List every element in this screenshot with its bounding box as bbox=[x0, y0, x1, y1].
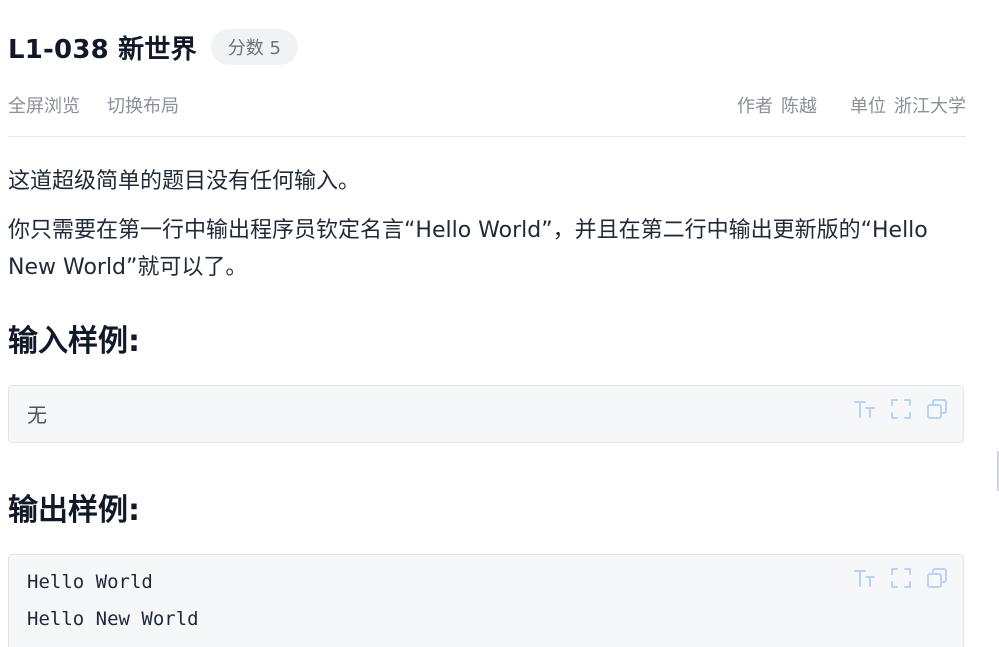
fullscreen-icon[interactable] bbox=[889, 566, 913, 590]
author-value: 陈越 bbox=[781, 96, 817, 117]
sample-output-line: Hello New World bbox=[27, 608, 199, 630]
font-size-icon[interactable] bbox=[853, 397, 877, 421]
organization-info: 单位 浙江大学 bbox=[850, 92, 966, 118]
author-info: 作者 陈越 bbox=[737, 92, 817, 118]
problem-page: L1-038 新世界 分数 5 全屏浏览 切换布局 作者 陈越 单位 浙江大学 这道… bbox=[0, 0, 999, 647]
description-paragraph: 你只需要在第一行中输出程序员钦定名言“Hello World”，并且在第二行中输… bbox=[8, 218, 928, 280]
toolbar: 全屏浏览 切换布局 作者 陈越 单位 浙江大学 bbox=[8, 90, 966, 120]
score-badge: 分数 5 bbox=[210, 29, 298, 65]
organization-label: 单位 bbox=[850, 96, 886, 117]
font-size-icon[interactable] bbox=[853, 566, 877, 590]
sample-input-box: 无 bbox=[8, 385, 964, 443]
switch-layout-button[interactable]: 切换布局 bbox=[107, 92, 179, 118]
organization-value: 浙江大学 bbox=[894, 96, 966, 117]
page-title: L1-038 新世界 bbox=[8, 34, 197, 65]
sample-output-heading: 输出样例: bbox=[8, 493, 140, 528]
description-paragraph: 这道超级简单的题目没有任何输入。 bbox=[8, 169, 361, 194]
copy-icon[interactable] bbox=[925, 397, 949, 421]
sample-output-line: Hello World bbox=[27, 571, 153, 593]
fullscreen-view-button[interactable]: 全屏浏览 bbox=[8, 92, 80, 118]
title-row: L1-038 新世界 分数 5 bbox=[8, 28, 298, 66]
sample-output-actions bbox=[853, 566, 949, 590]
author-label: 作者 bbox=[737, 96, 773, 117]
sample-input-text: 无 bbox=[27, 403, 47, 427]
sample-input-heading: 输入样例: bbox=[8, 324, 140, 359]
copy-icon[interactable] bbox=[925, 566, 949, 590]
header-divider bbox=[8, 136, 966, 137]
sample-output-box: Hello World Hello New World bbox=[8, 554, 964, 647]
sample-input-actions bbox=[853, 397, 949, 421]
fullscreen-icon[interactable] bbox=[889, 397, 913, 421]
